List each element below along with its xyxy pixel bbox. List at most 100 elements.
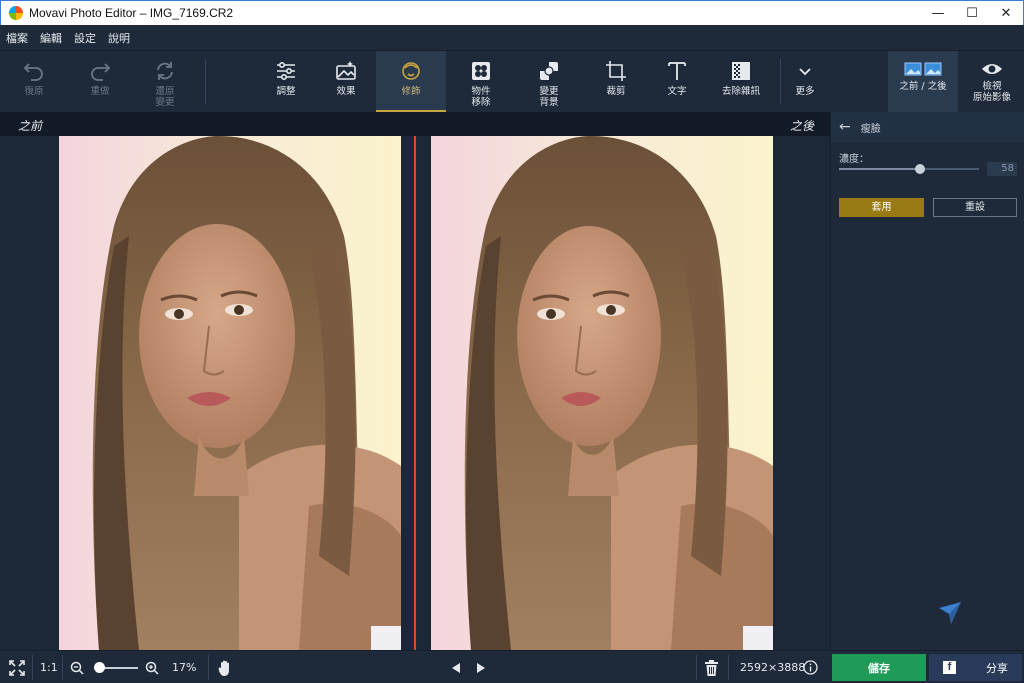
fullscreen-icon [9,659,25,676]
effects-image-icon [336,61,356,80]
previous-image-button[interactable] [450,651,462,683]
toolbar-divider [205,59,206,104]
main-toolbar: 復原 重做 還原 變更 調整 效果 修飾 物件 移除 變更 背景 裁剪 文字 去… [0,51,830,112]
object-removal-button[interactable]: 物件 移除 [460,51,502,112]
panel-title: 瘦臉 [860,123,881,135]
effects-label: 效果 [336,86,356,97]
crop-icon [606,61,626,81]
crop-button[interactable]: 裁剪 [596,51,636,112]
apply-button[interactable]: 套用 [839,198,924,217]
effects-button[interactable]: 效果 [326,51,366,112]
view-toolbar: 之前 / 之後 檢視 原始影像 [830,51,1024,112]
menu-settings[interactable]: 設定 [74,30,96,46]
share-label: 分享 [986,661,1008,675]
divider [62,655,63,680]
adjust-button[interactable]: 調整 [266,51,306,112]
intensity-value-input[interactable]: 58 [987,162,1017,176]
close-button[interactable]: ✕ [989,1,1023,26]
retouch-label: 修飾 [401,86,421,97]
text-label: 文字 [667,86,687,97]
triangle-right-icon [477,662,485,673]
divider [208,655,209,680]
undo-icon [23,63,43,81]
slider-knob[interactable] [915,164,926,174]
redo-button[interactable]: 重做 [80,51,120,112]
text-button[interactable]: 文字 [657,51,697,112]
zoom-percent: 17% [172,661,197,674]
next-image-button[interactable] [475,651,487,683]
denoise-icon [732,62,750,80]
pan-hand-button[interactable] [218,651,234,683]
change-background-label: 變更 背景 [539,86,559,108]
fit-screen-button[interactable] [8,651,26,683]
canvas-header: 之前 之後 [0,112,830,136]
face-retouch-icon [402,62,420,80]
after-label: 之後 [789,119,814,133]
photo-canvas[interactable] [0,136,830,650]
before-photo [59,136,401,650]
view-original-label: 檢視 原始影像 [972,81,1011,103]
eye-icon [982,64,1002,74]
denoise-button[interactable]: 去除雜訊 [714,51,768,112]
before-after-divider[interactable] [414,136,416,650]
bottom-bar: 1:1 17% 2592×3888 儲存 f 分享 [0,650,1024,683]
slider-fill [839,168,921,170]
zoom-in-button[interactable] [145,651,159,683]
maximize-button[interactable]: ☐ [955,1,989,26]
denoise-label: 去除雜訊 [721,86,760,97]
retouch-panel: ← 瘦臉 濃度： 58 套用 重設 [830,112,1024,650]
divider [728,655,729,680]
retouch-button[interactable]: 修飾 [376,51,446,112]
image-dimensions: 2592×3888 [740,661,806,674]
zoom-1to1-button[interactable]: 1:1 [40,651,58,683]
info-button[interactable] [803,651,818,683]
back-arrow-icon[interactable]: ← [839,119,851,135]
save-button[interactable]: 儲存 [832,654,926,681]
hand-icon [218,660,229,676]
chevron-down-icon [799,68,811,76]
title-bar: Movavi Photo Editor – IMG_7169.CR2 — ☐ ✕ [0,0,1024,25]
before-label: 之前 [18,119,43,133]
info-icon [803,660,818,675]
redo-label: 重做 [90,86,110,97]
intensity-label: 濃度： [839,154,869,165]
divider [32,655,33,680]
restore-changes-button[interactable]: 還原 變更 [145,51,185,112]
undo-button[interactable]: 復原 [14,51,54,112]
after-photo [431,136,773,650]
before-after-button[interactable]: 之前 / 之後 [888,51,958,112]
menu-edit[interactable]: 編輯 [40,30,62,46]
watermark-logo-icon [939,602,961,624]
object-removal-icon [472,62,490,80]
before-after-label: 之前 / 之後 [899,81,947,92]
menu-file[interactable]: 檔案 [6,30,28,46]
more-button[interactable]: 更多 [787,51,823,112]
menu-bar: 檔案 編輯 設定 說明 [0,25,1024,51]
menu-help[interactable]: 說明 [108,30,130,46]
minimize-button[interactable]: — [921,1,955,26]
panel-header: ← 瘦臉 [831,112,1024,142]
crop-label: 裁剪 [606,86,626,97]
zoom-in-icon [145,661,159,675]
object-removal-label: 物件 移除 [471,86,491,108]
intensity-slider[interactable] [839,164,979,174]
change-background-button[interactable]: 變更 背景 [528,51,570,112]
share-button[interactable]: f 分享 [929,654,1022,681]
view-original-button[interactable]: 檢視 原始影像 [964,51,1020,112]
window-title: Movavi Photo Editor – IMG_7169.CR2 [29,6,234,20]
refresh-icon [157,62,173,80]
zoom-slider-knob[interactable] [94,662,106,673]
redo-icon [91,63,111,81]
facebook-icon: f [943,661,956,674]
zoom-out-icon [70,661,84,675]
trash-icon [705,659,718,676]
delete-button[interactable] [705,651,718,683]
background-icon [540,62,558,80]
more-label: 更多 [795,86,815,97]
sliders-icon [277,61,295,81]
zoom-out-button[interactable] [70,651,84,683]
reset-button[interactable]: 重設 [933,198,1017,217]
before-after-icon [904,62,942,76]
divider [696,655,697,680]
toolbar-divider [780,59,781,104]
